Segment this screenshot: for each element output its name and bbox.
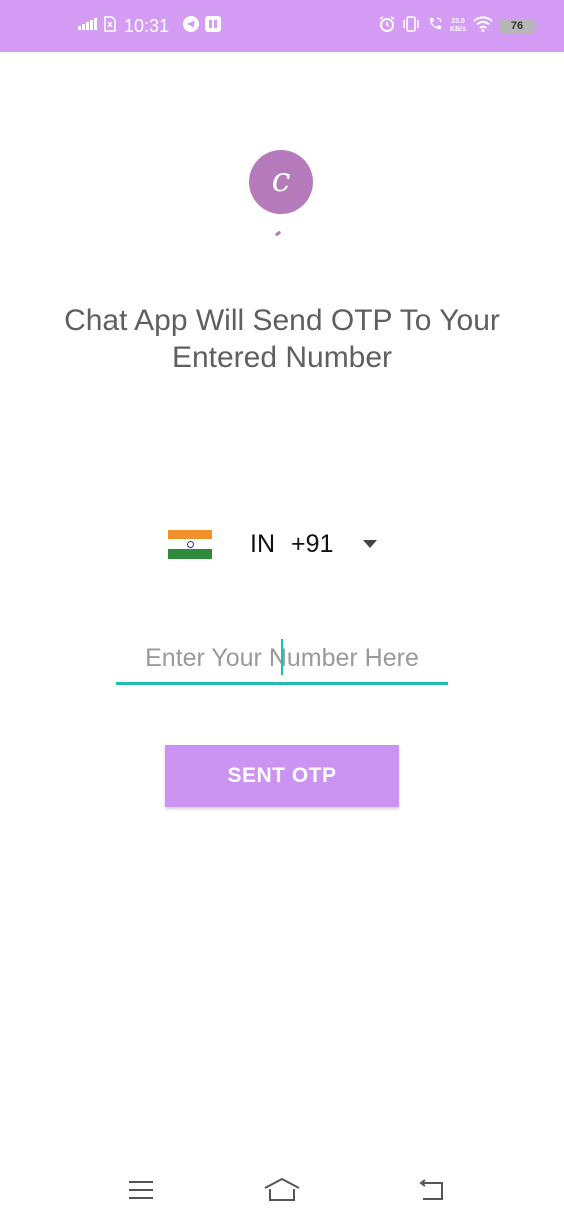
chevron-down-icon[interactable] <box>363 540 378 548</box>
alarm-icon <box>379 15 395 37</box>
signal-icon <box>78 17 98 35</box>
system-nav-bar <box>0 1160 564 1222</box>
status-time: 10:31 <box>124 15 170 36</box>
vibrate-icon <box>402 15 420 37</box>
status-right: 33.0 KB/s 76 <box>379 0 537 52</box>
country-code: IN <box>250 529 275 558</box>
status-left: 10:31 <box>78 0 222 52</box>
india-flag-icon <box>168 529 212 559</box>
app-icon <box>205 15 222 37</box>
network-speed-value: 33.0 <box>451 18 465 25</box>
dial-code: +91 <box>291 529 334 558</box>
wifi-icon <box>473 15 493 37</box>
status-bar: 10:31 33.0 KB/s 76 <box>0 0 564 52</box>
home-icon[interactable] <box>262 1176 302 1204</box>
wifi-call-icon <box>427 16 443 37</box>
sim-icon <box>104 15 116 37</box>
page-title-line2: Entered Number <box>171 341 393 374</box>
logo-letter: c <box>271 160 291 200</box>
app-logo: c <box>249 150 313 214</box>
menu-icon[interactable] <box>121 1176 161 1204</box>
battery-icon: 76 <box>500 19 537 33</box>
network-speed-unit: KB/s <box>450 26 466 33</box>
page-title: Chat App Will Send OTP To Your Entered N… <box>20 302 544 376</box>
phone-input-container <box>116 634 448 686</box>
text-caret <box>281 639 283 675</box>
country-code-picker[interactable]: IN +91 <box>168 522 398 566</box>
telegram-icon <box>183 15 200 37</box>
page-title-line1: Chat App Will Send OTP To Your <box>64 304 500 337</box>
network-speed: 33.0 KB/s <box>450 18 466 34</box>
back-icon[interactable] <box>410 1176 450 1204</box>
battery-level: 76 <box>510 20 524 32</box>
logo-accent-mark <box>274 230 282 237</box>
send-otp-button[interactable]: SENT OTP <box>165 745 399 807</box>
